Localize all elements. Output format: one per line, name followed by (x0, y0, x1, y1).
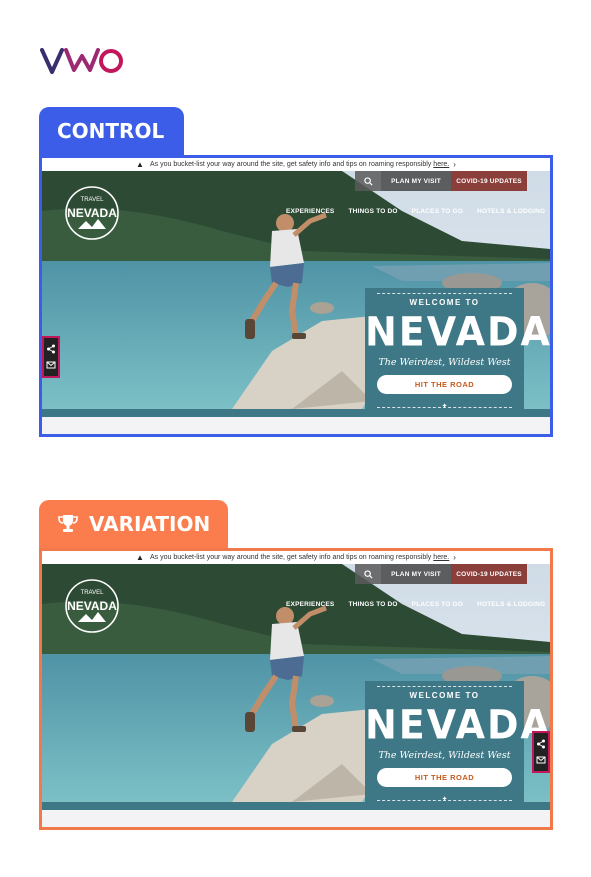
share-icon[interactable] (46, 344, 56, 354)
safety-notice-bar: ▲ As you bucket-list your way around the… (42, 551, 550, 564)
variation-label: VARIATION (89, 512, 211, 536)
email-icon[interactable] (536, 755, 546, 765)
covid-updates-button[interactable]: COVID-19 UPDATES (451, 564, 527, 584)
notice-link[interactable]: here. (433, 161, 449, 168)
menu-item-places-to-go[interactable]: PLACES TO GO (412, 601, 463, 608)
welcome-tagline: The Weirdest, Wildest West (378, 357, 511, 368)
share-widget[interactable] (42, 336, 60, 378)
welcome-tagline: The Weirdest, Wildest West (378, 750, 511, 761)
hit-the-road-button[interactable]: HIT THE ROAD (377, 768, 512, 787)
page-below-fold (42, 810, 550, 827)
notice-text: As you bucket-list your way around the s… (149, 554, 432, 561)
share-icon[interactable] (536, 739, 546, 749)
search-button[interactable] (355, 171, 381, 191)
menu-item-things-to-do[interactable]: THINGS TO DO (348, 601, 397, 608)
search-icon (363, 569, 373, 579)
search-icon (363, 176, 373, 186)
hero-banner: TRAVEL NEVADA PLAN MY VISIT COVID-19 UPD… (42, 564, 550, 802)
plan-my-visit-button[interactable]: PLAN MY VISIT (381, 171, 451, 191)
vwo-logo (40, 48, 123, 74)
menu-item-experiences[interactable]: EXPERIENCES (286, 208, 334, 215)
main-menu: EXPERIENCES THINGS TO DO PLACES TO GO HO… (286, 208, 545, 215)
control-screenshot: ▲ As you bucket-list your way around the… (39, 155, 553, 437)
notice-text: As you bucket-list your way around the s… (149, 161, 432, 168)
welcome-card: WELCOME TO NEVADA The Weirdest, Wildest … (365, 288, 550, 409)
logo-text-top: TRAVEL (81, 590, 105, 596)
menu-item-things-to-do[interactable]: THINGS TO DO (348, 208, 397, 215)
logo-text-main: NEVADA (67, 599, 117, 613)
control-label: CONTROL (57, 119, 165, 143)
warning-icon: ▲ (136, 160, 144, 169)
divider (377, 293, 512, 294)
logo-text-top: TRAVEL (81, 197, 105, 203)
control-label-tab: CONTROL (39, 107, 184, 155)
hero-bottom-strip (42, 409, 550, 417)
welcome-kicker: WELCOME TO (409, 298, 480, 307)
safety-notice-bar: ▲ As you bucket-list your way around the… (42, 158, 550, 171)
share-widget[interactable] (532, 731, 550, 773)
hero-bottom-strip (42, 802, 550, 810)
star-icon: ✦ (441, 796, 448, 802)
logo-text-main: NEVADA (67, 206, 117, 220)
menu-item-hotels-lodging[interactable]: HOTELS & LODGING (477, 208, 545, 215)
hit-the-road-button[interactable]: HIT THE ROAD (377, 375, 512, 394)
notice-link[interactable]: here. (433, 554, 449, 561)
variation-screenshot: ▲ As you bucket-list your way around the… (39, 548, 553, 830)
welcome-title: NEVADA (365, 308, 550, 356)
plan-my-visit-button[interactable]: PLAN MY VISIT (381, 564, 451, 584)
search-button[interactable] (355, 564, 381, 584)
hero-banner: TRAVEL NEVADA PLAN MY VISIT COVID-19 UPD… (42, 171, 550, 409)
menu-item-places-to-go[interactable]: PLACES TO GO (412, 208, 463, 215)
welcome-title: NEVADA (365, 701, 550, 749)
menu-item-experiences[interactable]: EXPERIENCES (286, 601, 334, 608)
welcome-kicker: WELCOME TO (409, 691, 480, 700)
menu-item-hotels-lodging[interactable]: HOTELS & LODGING (477, 601, 545, 608)
travel-nevada-logo: TRAVEL NEVADA (65, 579, 119, 633)
variation-label-tab: VARIATION (39, 500, 228, 548)
welcome-card: WELCOME TO NEVADA The Weirdest, Wildest … (365, 681, 550, 802)
star-icon: ✦ (441, 403, 448, 409)
divider (377, 686, 512, 687)
chevron-right-icon[interactable]: › (453, 160, 456, 169)
travel-nevada-logo: TRAVEL NEVADA (65, 186, 119, 240)
trophy-icon (58, 515, 78, 532)
main-menu: EXPERIENCES THINGS TO DO PLACES TO GO HO… (286, 601, 545, 608)
chevron-right-icon[interactable]: › (453, 553, 456, 562)
covid-updates-button[interactable]: COVID-19 UPDATES (451, 171, 527, 191)
email-icon[interactable] (46, 360, 56, 370)
warning-icon: ▲ (136, 553, 144, 562)
page-below-fold (42, 417, 550, 434)
